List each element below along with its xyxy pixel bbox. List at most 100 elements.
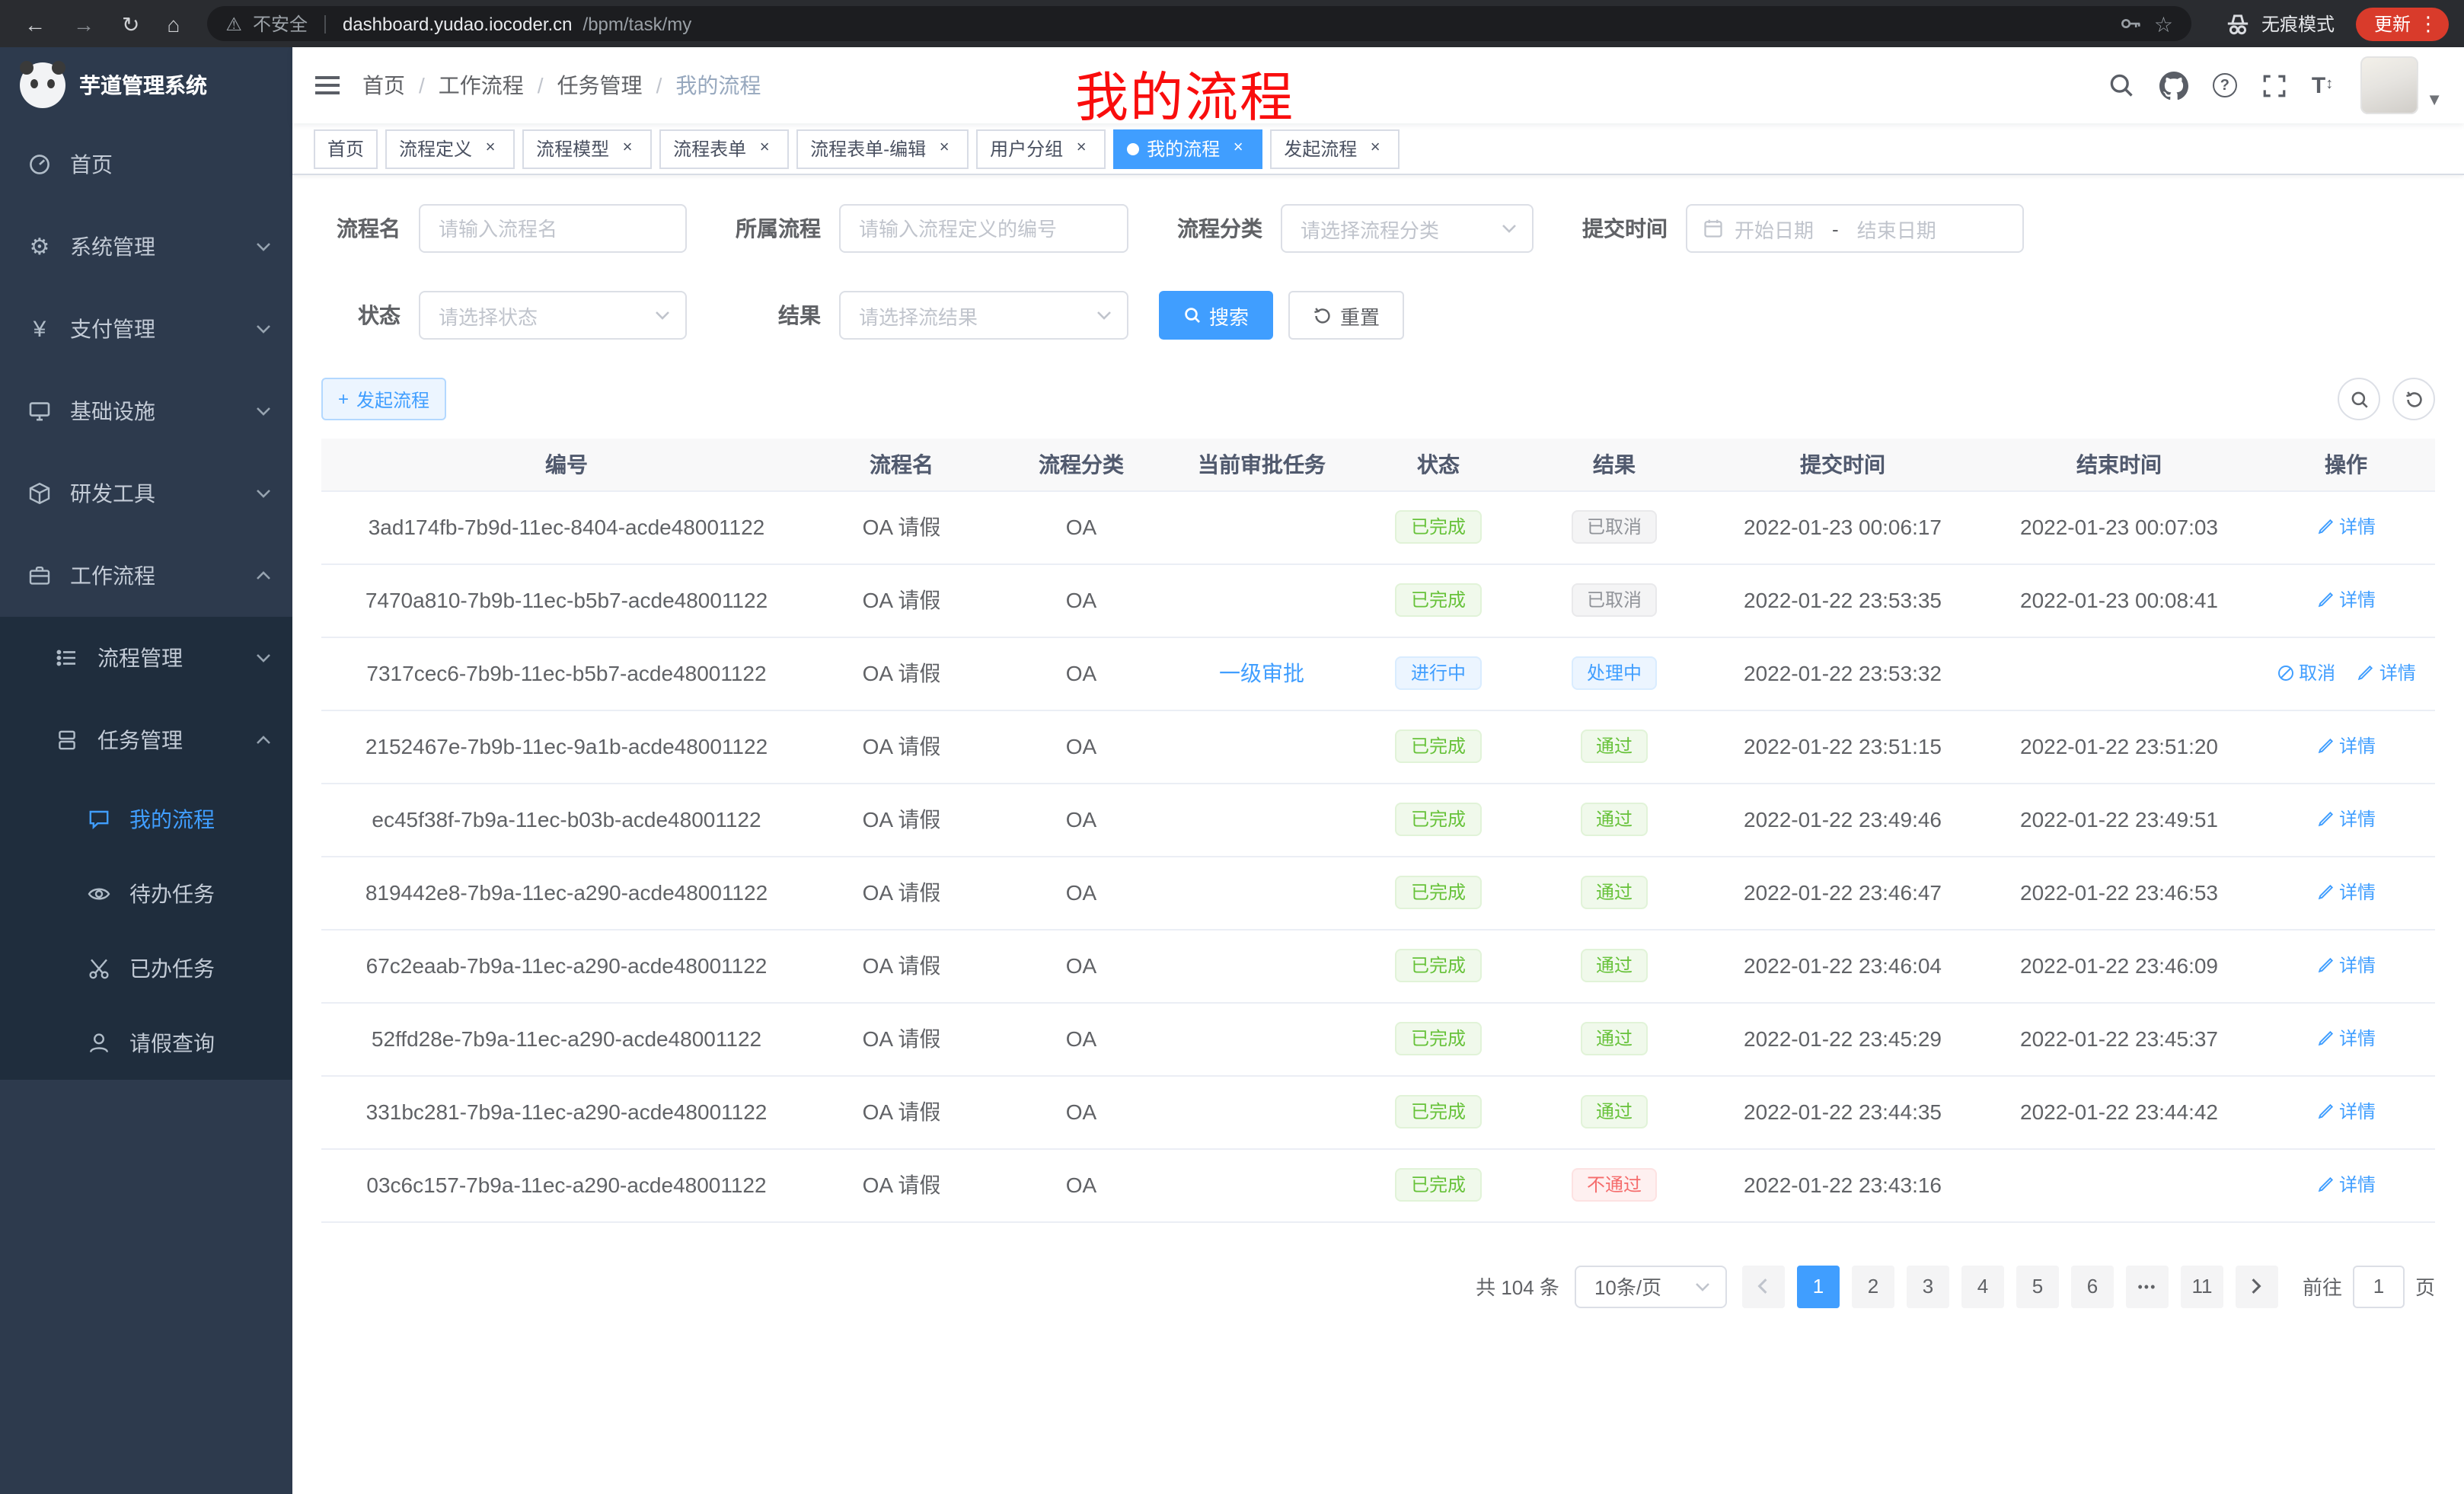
sidebar-toggle-icon[interactable] [292,76,362,94]
sidebar-item-devtools[interactable]: 研发工具 [0,452,292,535]
goto-page-input[interactable] [2353,1265,2405,1307]
monitor-icon [27,399,52,423]
current-task-link[interactable]: 一级审批 [1219,661,1304,685]
reset-button[interactable]: 重置 [1288,291,1404,340]
sidebar-item-payment[interactable]: ¥ 支付管理 [0,288,292,370]
browser-update-button[interactable]: 更新 ⋮ [2356,7,2449,40]
tag-user-group[interactable]: 用户分组× [976,129,1106,168]
page-button[interactable]: 4 [1961,1265,2004,1307]
tag-process-form[interactable]: 流程表单× [659,129,789,168]
table-row: 3ad174fb-7b9d-11ec-8404-acde48001122 OA … [321,490,2435,563]
sidebar-item-label: 工作流程 [70,560,155,591]
plus-icon: + [338,388,349,410]
sidebar-item-my-process[interactable]: 我的流程 [0,781,292,856]
sidebar-item-todo-tasks[interactable]: 待办任务 [0,856,292,931]
tag-my-process[interactable]: 我的流程× [1113,129,1262,168]
github-icon[interactable] [2159,71,2188,100]
close-icon[interactable]: × [754,138,775,159]
tag-home[interactable]: 首页 [314,129,378,168]
sidebar-item-label: 待办任务 [129,878,215,908]
home-icon[interactable]: ⌂ [167,13,180,34]
detail-link[interactable]: 详情 [2316,806,2376,832]
result-badge: 通过 [1581,803,1648,836]
back-icon[interactable]: ← [24,13,46,34]
breadcrumb-item[interactable]: 工作流程 [439,70,524,101]
reload-icon[interactable]: ↻ [122,13,139,34]
status-badge: 已完成 [1396,510,1481,544]
page-button[interactable]: 1 [1797,1265,1840,1307]
detail-link[interactable]: 详情 [2316,879,2376,905]
page-button[interactable]: 5 [2016,1265,2059,1307]
close-icon[interactable]: × [934,138,955,159]
tag-process-model[interactable]: 流程模型× [522,129,652,168]
page-size-select[interactable]: 10条/页 [1575,1265,1727,1307]
process-category-select[interactable]: 请选择流程分类 [1281,204,1534,253]
refresh-table-button[interactable] [2392,378,2435,420]
status-badge: 已完成 [1396,949,1481,982]
detail-link[interactable]: 详情 [2316,1172,2376,1198]
sidebar-item-leave-query[interactable]: 请假查询 [0,1005,292,1080]
bookmark-star-icon[interactable]: ☆ [2154,13,2173,34]
cell-end-time [1981,1148,2257,1221]
tag-start-process[interactable]: 发起流程× [1270,129,1400,168]
close-icon[interactable]: × [480,138,501,159]
sidebar-item-home[interactable]: 首页 [0,123,292,206]
start-process-button[interactable]: + 发起流程 [321,378,446,420]
prev-page-button[interactable] [1742,1265,1785,1307]
detail-link[interactable]: 详情 [2316,953,2376,978]
toggle-search-button[interactable] [2338,378,2380,420]
end-date-placeholder: 结束日期 [1857,214,1936,243]
status-select[interactable]: 请选择状态 [419,291,687,340]
close-icon[interactable]: × [1071,138,1092,159]
scissors-icon [87,956,111,980]
sidebar-item-system[interactable]: ⚙ 系统管理 [0,206,292,288]
address-bar[interactable]: ⚠ 不安全 dashboard.yudao.iocoder.cn /bpm/ta… [207,6,2191,41]
search-button[interactable]: 搜索 [1159,291,1273,340]
font-size-icon[interactable]: T↕ [2312,74,2333,97]
cell-submit-time: 2022-01-22 23:49:46 [1704,783,1981,856]
close-icon[interactable]: × [1227,138,1249,159]
page-button[interactable]: 11 [2181,1265,2223,1307]
close-icon[interactable]: × [617,138,638,159]
detail-link[interactable]: 详情 [2316,1099,2376,1125]
pencil-icon [2316,1176,2335,1194]
password-key-icon[interactable] [2121,12,2143,35]
tag-process-form-edit[interactable]: 流程表单-编辑× [796,129,969,168]
detail-link[interactable]: 详情 [2357,660,2416,686]
close-icon[interactable]: × [1364,138,1386,159]
detail-link[interactable]: 详情 [2316,514,2376,540]
breadcrumb-item[interactable]: 任务管理 [557,70,643,101]
help-icon[interactable]: ? [2213,73,2237,97]
detail-link[interactable]: 详情 [2316,587,2376,613]
page-button[interactable]: 6 [2071,1265,2114,1307]
detail-link[interactable]: 详情 [2316,1026,2376,1052]
next-page-button[interactable] [2236,1265,2278,1307]
sidebar-item-workflow[interactable]: 工作流程 [0,535,292,617]
cell-submit-time: 2022-01-22 23:46:47 [1704,856,1981,929]
detail-link[interactable]: 详情 [2316,733,2376,759]
fullscreen-icon[interactable] [2261,72,2287,98]
status-badge: 已完成 [1396,729,1481,763]
browser-menu-icon[interactable]: ⋮ [2418,14,2438,34]
sidebar-item-task-management[interactable]: 任务管理 [0,699,292,781]
process-definition-input[interactable] [839,204,1128,253]
search-icon[interactable] [2108,72,2135,99]
user-menu[interactable]: ▼ [2360,56,2443,114]
cancel-link[interactable]: 取消 [2276,660,2335,686]
sidebar-item-infrastructure[interactable]: 基础设施 [0,370,292,452]
result-select[interactable]: 请选择流结果 [839,291,1128,340]
sidebar-item-process-management[interactable]: 流程管理 [0,617,292,699]
top-navbar: 首页 / 工作流程 / 任务管理 / 我的流程 [292,47,2464,123]
process-name-input[interactable] [419,204,687,253]
date-separator: - [1824,217,1846,240]
cell-id: 03c6c157-7b9a-11ec-a290-acde48001122 [321,1148,812,1221]
breadcrumb-item[interactable]: 首页 [362,70,405,101]
avatar[interactable] [2360,56,2418,114]
page-button[interactable]: 3 [1907,1265,1949,1307]
submit-time-range-picker[interactable]: 开始日期 - 结束日期 [1686,204,2024,253]
forward-icon[interactable]: → [73,13,94,34]
page-button[interactable]: 2 [1852,1265,1894,1307]
tag-process-definition[interactable]: 流程定义× [385,129,515,168]
sidebar-item-done-tasks[interactable]: 已办任务 [0,931,292,1005]
more-pages-button[interactable]: ••• [2126,1265,2169,1307]
